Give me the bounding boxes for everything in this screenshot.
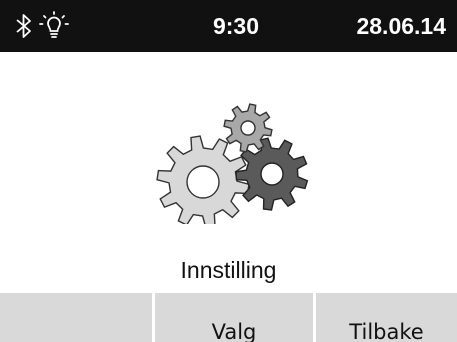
softkey-valg[interactable]: Valg: [155, 293, 313, 342]
menu-title: Innstilling: [180, 257, 277, 283]
bluetooth-icon: [16, 14, 31, 38]
softkey-left[interactable]: [0, 293, 152, 342]
softkey-tilbake[interactable]: Tilbake: [316, 293, 457, 342]
date: 28.06.14: [356, 13, 446, 39]
light-bulb-icon: [39, 11, 69, 38]
clock-time: 9:30: [212, 13, 260, 39]
gears-icon: [156, 103, 309, 224]
large-gear: [156, 135, 250, 224]
status-bar: 9:30 28.06.14: [0, 0, 457, 52]
softkey-bar: Valg Tilbake: [0, 293, 457, 342]
